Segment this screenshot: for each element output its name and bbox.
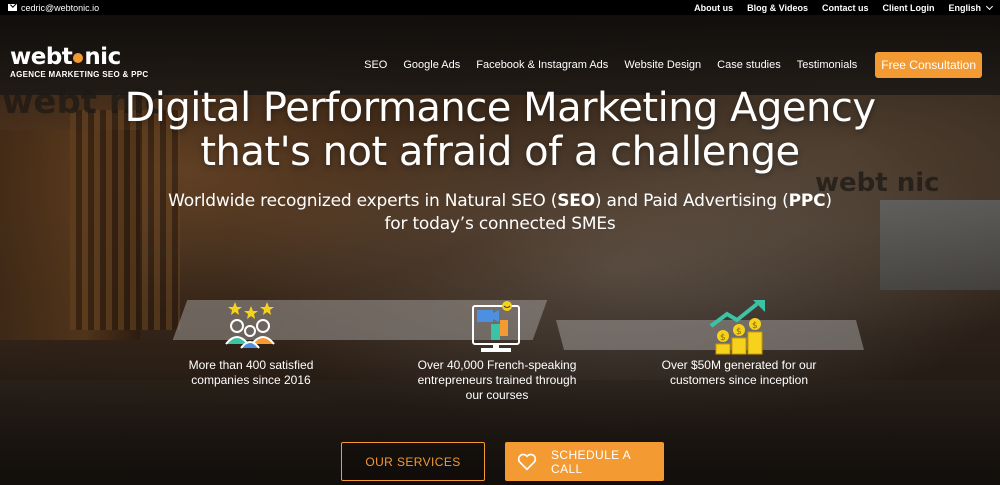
blog-videos-link[interactable]: Blog & Videos — [747, 3, 808, 13]
stat-revenue: $ $ $ Over $50M generated for our custom… — [649, 300, 829, 388]
heart-icon — [517, 453, 537, 471]
subtitle-ppc: PPC — [788, 191, 826, 211]
top-links: About us Blog & Videos Contact us Client… — [694, 2, 994, 13]
schedule-call-button[interactable]: SCHEDULE A CALL — [505, 442, 664, 481]
top-bar: cedric@webtonic.io About us Blog & Video… — [0, 0, 1000, 15]
subtitle-text: Worldwide recognized experts in Natural … — [168, 191, 558, 211]
stat-trainees-line1: Over 40,000 French-speaking — [417, 358, 577, 372]
contact-email[interactable]: cedric@webtonic.io — [8, 3, 99, 13]
nav-item-google-ads[interactable]: Google Ads — [403, 59, 460, 71]
logo-tagline: AGENCE MARKETING SEO & PPC — [10, 70, 149, 79]
subtitle-text: ) and Paid Advertising ( — [594, 191, 789, 211]
chevron-down-icon — [985, 2, 994, 10]
schedule-call-label: SCHEDULE A CALL — [551, 447, 631, 476]
nav-item-case-studies[interactable]: Case studies — [717, 59, 781, 71]
logo-text-right: nic — [84, 44, 121, 70]
language-label: English — [948, 2, 981, 13]
stat-revenue-line1: Over $50M generated for our — [661, 358, 817, 372]
mail-icon — [8, 4, 17, 11]
stat-revenue-line2: customers since inception — [669, 373, 809, 387]
about-us-link[interactable]: About us — [694, 3, 733, 13]
logo-wordmark: webt nic — [10, 46, 148, 69]
main-nav: SEO Google Ads Facebook & Instagram Ads … — [364, 52, 982, 78]
stat-trainees-line3: our courses — [465, 388, 529, 402]
contact-us-link[interactable]: Contact us — [822, 3, 869, 13]
svg-text:$: $ — [752, 321, 758, 331]
our-services-button[interactable]: OUR SERVICES — [341, 442, 485, 481]
hero-subtitle-line2: for today’s connected SMEs — [384, 214, 616, 234]
subtitle-seo: SEO — [557, 191, 595, 211]
stat-companies-line2: companies since 2016 — [191, 373, 311, 387]
hero-subtitle-line1: Worldwide recognized experts in Natural … — [0, 190, 1000, 213]
stat-companies-line1: More than 400 satisfied — [188, 358, 314, 372]
video-training-icon — [467, 300, 527, 358]
hero-subtitle: Worldwide recognized experts in Natural … — [0, 190, 1000, 236]
nav-item-facebook-instagram-ads[interactable]: Facebook & Instagram Ads — [476, 59, 608, 71]
free-consultation-button[interactable]: Free Consultation — [875, 52, 982, 78]
hero-title-line2: that's not afraid of a challenge — [200, 129, 800, 175]
language-selector[interactable]: English — [948, 2, 994, 13]
svg-text:$: $ — [720, 333, 726, 343]
our-services-label: OUR SERVICES — [365, 454, 461, 469]
svg-text:$: $ — [736, 327, 742, 337]
hero-title-line1: Digital Performance Marketing Agency — [124, 85, 876, 131]
logo-text-left: webt — [10, 44, 73, 70]
nav-item-website-design[interactable]: Website Design — [624, 59, 701, 71]
stat-companies: More than 400 satisfied companies since … — [161, 300, 341, 388]
hero-title: Digital Performance Marketing Agency tha… — [0, 86, 1000, 174]
nav-item-seo[interactable]: SEO — [364, 59, 387, 71]
money-growth-icon: $ $ $ — [709, 300, 769, 358]
stat-trainees: Over 40,000 French-speaking entrepreneur… — [407, 300, 587, 403]
stat-trainees-line2: entrepreneurs trained through — [417, 373, 577, 387]
site-logo[interactable]: webt nic AGENCE MARKETING SEO & PPC — [10, 46, 149, 80]
email-text[interactable]: cedric@webtonic.io — [21, 3, 99, 13]
subtitle-text: ) — [825, 191, 832, 211]
client-login-link[interactable]: Client Login — [882, 3, 934, 13]
nav-item-testimonials[interactable]: Testimonials — [797, 59, 858, 71]
team-stars-icon — [221, 300, 281, 358]
logo-dot-icon — [73, 52, 84, 63]
